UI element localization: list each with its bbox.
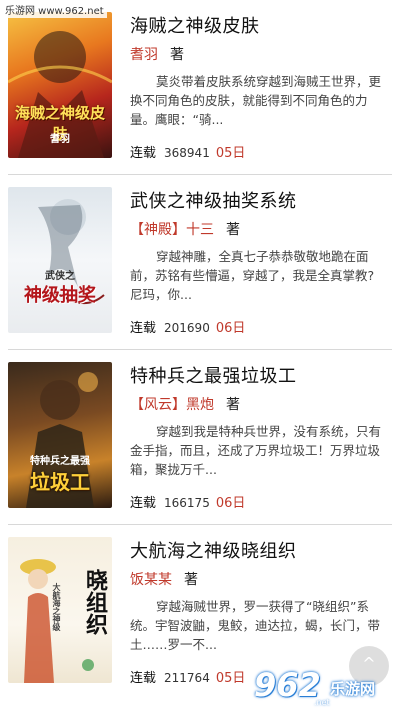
- logo-number: 962: [254, 666, 321, 704]
- author-role: 著: [226, 397, 240, 413]
- book-status: 连载: [130, 671, 157, 686]
- book-author[interactable]: 耆羽: [130, 47, 158, 63]
- book-word-count: 166175: [164, 496, 210, 510]
- book-description: 莫炎带着皮肤系统穿越到海贼王世界，更换不同角色的皮肤，就能得到不同角色的力量。鹰…: [130, 74, 382, 127]
- book-title[interactable]: 特种兵之最强垃圾工: [130, 362, 297, 388]
- book-update-date: 06日: [215, 321, 246, 336]
- book-author-line: 【神殿】十三著: [130, 219, 240, 239]
- book-author-line: 【风云】黑炮著: [130, 394, 240, 414]
- book-word-count: 201690: [164, 321, 210, 335]
- cover-title: 晓组织: [82, 569, 108, 635]
- cover-subtitle: 大航海之神级: [52, 583, 62, 631]
- author-role: 著: [170, 47, 184, 63]
- book-meta: 连载 166175 06日: [130, 492, 245, 511]
- book-description: 穿越海贼世界，罗一获得了“晓组织”系统。宇智波鼬，鬼鲛，迪达拉，蝎，长门，带土……: [130, 599, 381, 652]
- book-meta: 连载 211764 05日: [130, 667, 245, 686]
- book-update-date: 05日: [215, 146, 246, 161]
- cover-author: 耆羽: [50, 134, 70, 145]
- book-status: 连载: [130, 321, 157, 336]
- book-meta: 连载 368941 05日: [130, 142, 245, 161]
- book-author[interactable]: 【风云】黑炮: [130, 397, 214, 413]
- book-item-3[interactable]: 特种兵之最强 垃圾工 特种兵之最强垃圾工 【风云】黑炮著 穿越到我是特种兵世界，…: [0, 350, 400, 525]
- author-role: 著: [184, 572, 198, 588]
- book-list-page: 乐游网 www.962.net 海贼之神级皮肤 耆羽 海贼之神级皮肤 耆羽著 莫…: [0, 0, 400, 714]
- cover-subtitle: 特种兵之最强: [30, 456, 90, 467]
- book-cover[interactable]: 武侠之 神级抽奖: [8, 187, 112, 333]
- book-author-line: 饭某某著: [130, 569, 198, 589]
- cover-title: 神级抽奖: [24, 285, 96, 306]
- book-cover[interactable]: 海贼之神级皮肤 耆羽: [8, 12, 112, 158]
- book-cover[interactable]: 特种兵之最强 垃圾工: [8, 362, 112, 508]
- book-status: 连载: [130, 496, 157, 511]
- book-item-2[interactable]: 武侠之 神级抽奖 武侠之神级抽奖系统 【神殿】十三著 穿越神雕，全真七子恭恭敬敬…: [0, 175, 400, 350]
- book-description: 穿越神雕，全真七子恭恭敬敬地跪在面前，苏铭有些懵逼，穿越了，我是全真掌教?尼玛，…: [130, 249, 375, 302]
- book-item-1[interactable]: 海贼之神级皮肤 耆羽 海贼之神级皮肤 耆羽著 莫炎带着皮肤系统穿越到海贼王世界，…: [0, 0, 400, 175]
- book-title[interactable]: 海贼之神级皮肤: [130, 12, 260, 38]
- book-update-date: 06日: [215, 496, 246, 511]
- book-author[interactable]: 【神殿】十三: [130, 222, 214, 238]
- book-author-line: 耆羽著: [130, 44, 184, 64]
- book-description: 穿越到我是特种兵世界，没有系统，只有金手指，而且，还成了万界垃圾工！万界垃圾箱，…: [130, 424, 382, 477]
- book-status: 连载: [130, 146, 157, 161]
- book-cover[interactable]: 晓组织 大航海之神级: [8, 537, 112, 683]
- book-title[interactable]: 武侠之神级抽奖系统: [130, 187, 297, 213]
- cover-title: 垃圾工: [30, 470, 90, 494]
- book-author[interactable]: 饭某某: [130, 572, 172, 588]
- book-meta: 连载 201690 06日: [130, 317, 245, 336]
- site-logo: 962 乐游网 .net: [254, 666, 394, 710]
- cover-subtitle: 武侠之: [45, 271, 75, 282]
- book-word-count: 211764: [164, 671, 210, 685]
- author-role: 著: [226, 222, 240, 238]
- book-title[interactable]: 大航海之神级晓组织: [130, 537, 297, 563]
- logo-sub: .net: [314, 698, 330, 707]
- site-watermark: 乐游网 www.962.net: [2, 1, 107, 18]
- book-update-date: 05日: [215, 671, 246, 686]
- book-word-count: 368941: [164, 146, 210, 160]
- logo-brand: 乐游网: [330, 680, 376, 698]
